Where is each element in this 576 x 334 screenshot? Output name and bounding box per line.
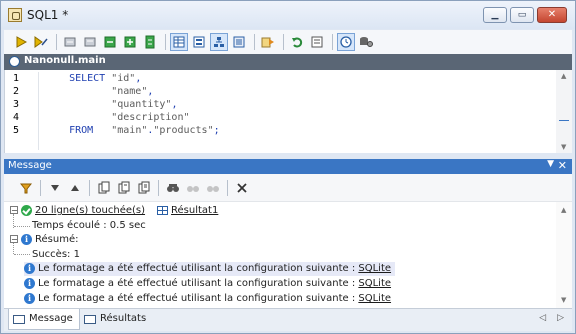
window-title: SQL1 * [27,8,69,22]
execute-step-icon[interactable] [32,33,50,51]
close-button[interactable]: ✕ [537,7,567,23]
code-line[interactable]: SELECT "id", [45,72,220,85]
grid-view-icon[interactable] [170,33,188,51]
info-icon: i [24,262,35,274]
message-panel: − 20 ligne(s) touchée(s) Résultat1 Temps é… [4,174,572,308]
editor-scrollbar[interactable]: ▲ ▼ [556,70,572,153]
info-icon: i [21,233,32,245]
collapse-node-icon[interactable]: − [10,235,18,244]
tree-view-icon[interactable] [210,33,228,51]
tree-node-rows-affected[interactable]: − 20 ligne(s) touchée(s) Résultat1 [10,204,218,218]
connection-label: Nanonull.main [24,55,106,66]
code-token: "products" [153,125,214,136]
result-grid-icon [157,205,169,215]
success-count: Succès: 1 [32,249,80,260]
panel-close-icon[interactable]: ✕ [558,159,567,172]
maximize-button[interactable]: ▭ [510,7,534,23]
copy-all-icon[interactable] [116,180,132,196]
code-token: FROM [45,125,112,136]
code-line[interactable]: "description" [45,111,220,124]
message-tab-icon [13,314,25,324]
undo-icon[interactable] [288,33,306,51]
summary-label: Résumé: [35,234,79,245]
clock-icon[interactable] [337,33,355,51]
code-token: "name" [45,86,148,97]
scroll-up-icon[interactable]: ▲ [561,72,566,80]
clear-icon[interactable] [234,180,250,196]
database-icon [9,56,20,67]
tab-results[interactable]: Résultats [80,309,152,329]
minimize-button[interactable]: ▁ [483,7,507,23]
code-token: , [171,99,178,110]
panel-dropdown-icon[interactable]: ▼ [547,159,554,169]
code-token: "quantity" [45,99,172,110]
info-icon: i [24,277,35,289]
db-settings-icon[interactable] [357,33,375,51]
toggle-comment-icon[interactable] [61,33,79,51]
scroll-down-icon[interactable]: ▼ [561,143,566,151]
elapsed-time: Temps écoulé : 0.5 sec [32,220,146,231]
info-message-row[interactable]: i Le formatage a été effectué utilisant l… [24,292,391,306]
code-token: "main" [111,125,148,136]
previous-message-icon[interactable] [67,180,83,196]
success-icon [21,204,32,216]
find-next-icon[interactable] [185,180,201,196]
message-toolbar [4,174,572,202]
tab-next-icon[interactable]: ▷ [557,313,564,323]
tab-message[interactable]: Message [8,309,80,330]
scroll-marker [559,120,569,121]
expand-icon[interactable] [101,33,119,51]
message-panel-titlebar: Message ▼ ✕ [4,159,572,174]
collapse-icon[interactable] [121,33,139,51]
tab-prev-icon[interactable]: ◁ [539,313,546,323]
message-scrollbar[interactable]: ▲ ▼ [556,202,572,308]
sqlite-link[interactable]: SQLite [358,263,391,274]
code-token: , [135,73,142,84]
block-icon[interactable] [141,33,159,51]
grid-tab-icon [84,314,96,324]
message-panel-title: Message [8,160,52,171]
copy-children-icon[interactable] [136,180,152,196]
code-token: "id" [111,73,136,84]
uncomment-icon[interactable] [81,33,99,51]
title-bar: SQL1 * ▁ ▭ ✕ [1,1,575,29]
sqlite-link[interactable]: SQLite [358,278,391,289]
scroll-up-icon[interactable]: ▲ [561,206,566,214]
next-message-icon[interactable] [47,180,63,196]
bottom-tab-bar: Message Résultats ◁ ▷ [4,308,572,331]
scroll-down-icon[interactable]: ▼ [561,296,566,304]
filter-icon[interactable] [18,180,34,196]
code-token: , [147,86,154,97]
sql-editor[interactable]: 12345 SELECT "id", "name", "quantity", "… [4,70,572,153]
code-token: SELECT [45,73,112,84]
code-token: ; [213,125,220,136]
sql-editor-window: SQL1 * ▁ ▭ ✕ Nanonull.main 12345 SELECT … [0,0,576,334]
code-line[interactable]: "name", [45,85,220,98]
options-icon[interactable] [308,33,326,51]
code-token: "description" [45,112,190,123]
sql-toolbar [4,30,572,54]
find-icon[interactable] [165,180,181,196]
collapse-node-icon[interactable]: − [10,206,18,215]
sqlite-link[interactable]: SQLite [358,293,391,304]
info-message-row[interactable]: i Le formatage a été effectué utilisant l… [24,262,396,276]
copy-icon[interactable] [96,180,112,196]
export-icon[interactable] [259,33,277,51]
code-line[interactable]: FROM "main"."products"; [45,124,220,137]
sql-code[interactable]: SELECT "id", "name", "quantity", "descri… [38,72,220,150]
code-line[interactable]: "quantity", [45,98,220,111]
find-previous-icon[interactable] [205,180,221,196]
text-view-icon[interactable] [230,33,248,51]
result-link[interactable]: Résultat1 [171,205,218,216]
execute-icon[interactable] [12,33,30,51]
info-icon: i [24,292,35,304]
sql-file-icon [8,8,22,22]
form-view-icon[interactable] [190,33,208,51]
rows-affected-link[interactable]: 20 ligne(s) touchée(s) [35,205,145,216]
tree-node-summary[interactable]: − i Résumé: [10,233,78,247]
info-message-row[interactable]: i Le formatage a été effectué utilisant l… [24,277,391,291]
editor-connection-header: Nanonull.main [4,54,572,70]
